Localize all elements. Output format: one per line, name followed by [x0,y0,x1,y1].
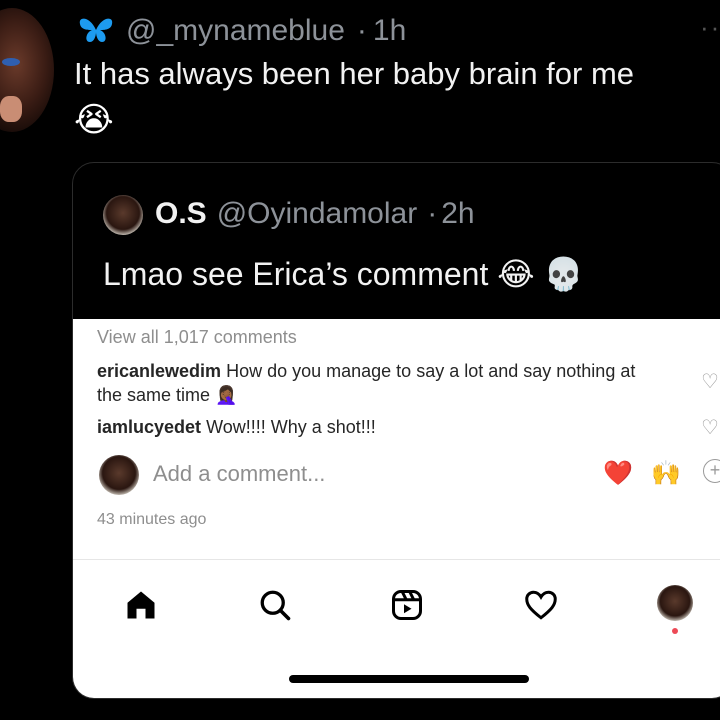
like-comment-icon[interactable]: ♡ [701,418,719,438]
quoted-author-avatar[interactable] [103,195,143,235]
quoted-time-separator: · [427,197,438,230]
user-avatar [99,455,139,495]
tweet-time[interactable]: 1h [373,14,406,48]
add-comment-input[interactable] [153,461,533,487]
comment-item: ericanlewedim How do you manage to say a… [97,359,637,407]
laughing-emoji: 😂 [497,256,535,292]
quoted-author-name[interactable]: O.S [155,197,207,231]
home-indicator[interactable] [289,675,529,683]
comment-item: iamlucyedet Wow!!!! Why a shot!!! [97,415,637,439]
nav-divider [73,559,720,560]
view-all-comments-link[interactable]: View all 1,017 comments [97,327,297,348]
tweet-time-separator: · [356,14,367,47]
quoted-author-handle[interactable]: @Oyindamolar [217,197,418,231]
heart-icon[interactable] [521,585,561,625]
crying-emoji: 😭 [74,101,114,139]
quoted-tweet-card[interactable]: O.S @Oyindamolar · 2h Lmao see Erica’s c… [72,162,720,699]
instagram-screenshot: View all 1,017 comments ericanlewedim Ho… [73,319,720,698]
tweet-username[interactable]: @_mynameblue [126,14,345,48]
home-icon[interactable] [121,585,161,625]
comment-username[interactable]: iamlucyedet [97,417,201,437]
post-timestamp: 43 minutes ago [97,511,207,528]
facepalm-emoji: 🤦🏾‍♀️ [215,385,238,405]
raised-hands-reaction-button[interactable]: 🙌 [651,459,681,488]
heart-reaction-button[interactable]: ❤️ [603,459,633,488]
comment-text: Wow!!!! Why a shot!!! [206,417,376,437]
quoted-tweet-body: Lmao see Erica’s comment [103,256,489,292]
tweet-header: @_mynameblue · 1h [78,12,406,50]
skull-emoji: 💀 [543,256,584,292]
avatar-detail [2,58,20,66]
quoted-tweet-header: O.S @Oyindamolar · 2h [155,197,475,231]
reels-icon[interactable] [387,585,427,625]
avatar-detail [0,96,22,122]
like-comment-icon[interactable]: ♡ [701,372,719,392]
butterfly-icon [79,18,113,42]
profile-avatar[interactable] [657,585,693,621]
author-avatar[interactable] [0,8,54,132]
comment-username[interactable]: ericanlewedim [97,361,221,381]
quoted-tweet-text: Lmao see Erica’s comment 😂 💀 [103,255,583,293]
search-icon[interactable] [255,585,295,625]
notification-dot [672,628,678,634]
add-reaction-icon[interactable]: + [703,459,720,483]
quoted-tweet-time: 2h [441,197,475,230]
tweet-text: It has always been her baby brain for me [74,56,635,91]
more-options-icon[interactable]: ··· [700,12,720,43]
